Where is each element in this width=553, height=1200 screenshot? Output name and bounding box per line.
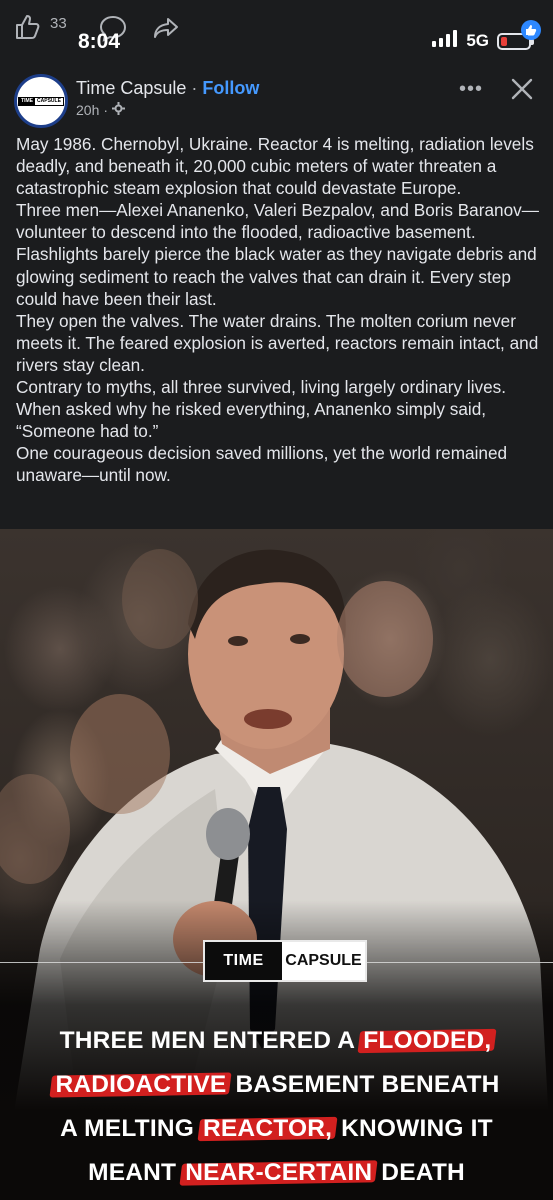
headline-text: KNOWING IT [334,1115,493,1142]
headline-highlight: RADIOACTIVE [55,1071,227,1098]
status-indicators: 5G [432,30,534,52]
headline-line: A MELTING REACTOR, KNOWING IT [0,1107,553,1151]
audience-separator: · [103,102,109,118]
avatar-logo-right: CAPSULE [35,97,63,105]
image-headline: THREE MEN ENTERED A FLOODED, RADIOACTIVE… [0,1019,553,1195]
post-image[interactable]: TIME CAPSULE THREE MEN ENTERED A FLOODED… [0,529,553,1200]
signal-icon [432,30,458,52]
share-icon[interactable] [152,16,180,45]
reaction-strip: 33 [14,14,67,45]
globe-gear-icon [112,102,126,118]
thumbs-up-icon[interactable] [14,14,42,45]
avatar-logo-left: TIME [19,97,36,105]
headline-text: DEATH [374,1159,465,1186]
headline-line: THREE MEN ENTERED A FLOODED, [0,1019,553,1063]
like-badge-icon [521,20,541,40]
clock: 8:04 [78,30,121,53]
post-paragraph: Three men—Alexei Ananenko, Valeri Bezpal… [16,200,539,309]
page-name[interactable]: Time Capsule [76,78,186,99]
timestamp[interactable]: 20h [76,102,99,118]
headline-highlight: REACTOR, [203,1115,333,1142]
like-count: 33 [50,15,67,32]
post-meta: 20h · [76,102,126,118]
headline-text: A MELTING [60,1115,201,1142]
follow-button[interactable]: Follow [202,78,259,99]
more-icon[interactable]: ••• [459,78,483,101]
headline-text: BASEMENT BENEATH [228,1071,500,1098]
time-capsule-logo: TIME CAPSULE [203,940,367,982]
network-type: 5G [466,31,489,50]
headline-text: THREE MEN ENTERED A [59,1027,362,1054]
post-paragraph: They open the valves. The water drains. … [16,310,539,375]
post-paragraph: May 1986. Chernobyl, Ukraine. Reactor 4 … [16,134,534,199]
close-icon[interactable] [509,76,535,102]
status-bar: 33 8:04 5G [0,0,553,60]
battery-fill [501,36,507,46]
logo-time: TIME [205,942,282,980]
avatar-logo: TIME CAPSULE [18,96,64,106]
avatar[interactable]: TIME CAPSULE [14,74,68,128]
headline-line: RADIOACTIVE BASEMENT BENEATH [0,1063,553,1107]
headline-highlight: FLOODED, [363,1027,492,1054]
separator: · [191,78,198,98]
headline-line: MEANT NEAR-CERTAIN DEATH [0,1151,553,1195]
headline-text: MEANT [88,1159,184,1186]
post-paragraph: Contrary to myths, all three survived, l… [16,377,507,442]
post-paragraph: One courageous decision saved millions, … [16,443,508,486]
post-text: May 1986. Chernobyl, Ukraine. Reactor 4 … [16,133,541,487]
headline-highlight: NEAR-CERTAIN [185,1159,373,1186]
page-name-row: Time Capsule · Follow [76,78,259,99]
post-header: TIME CAPSULE Time Capsule · Follow 20h ·… [0,66,553,128]
logo-capsule: CAPSULE [282,942,365,980]
